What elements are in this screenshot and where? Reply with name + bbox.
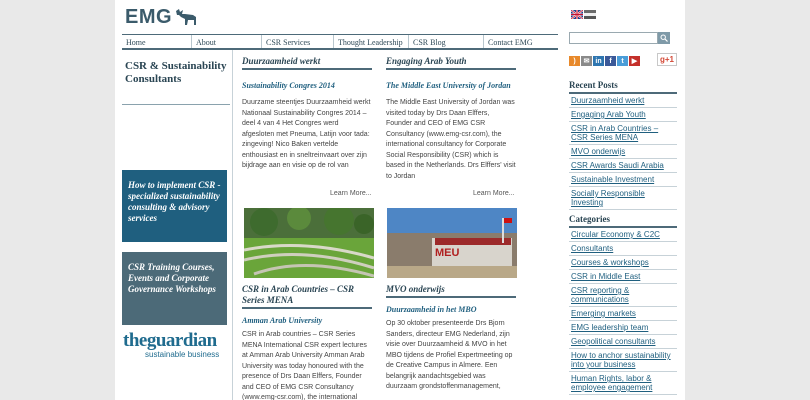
guardian-logo[interactable]: theguardian sustainable business	[123, 331, 219, 359]
post-subtitle[interactable]: Sustainability Congres 2014	[242, 81, 372, 91]
post-card-1: Duurzaamheid werkt Sustainability Congre…	[242, 56, 372, 172]
search-bar	[569, 32, 671, 44]
post-card-3: CSR in Arab Countries – CSR Series MENA …	[242, 284, 372, 400]
post-excerpt: Duurzame steentjes Duurzaamheid werkt Na…	[242, 99, 371, 169]
recent-posts-widget: Recent Posts Duurzaamheid werkt Engaging…	[569, 80, 677, 210]
post-heading[interactable]: Duurzaamheid werkt	[242, 56, 372, 70]
google-plus-button[interactable]: g+1	[657, 53, 677, 66]
divider	[122, 104, 230, 105]
emg-logo[interactable]: EMG	[125, 6, 200, 28]
meu-sign-text: MEU	[435, 247, 460, 259]
twitter-icon[interactable]: t	[617, 56, 628, 66]
recent-post-link[interactable]: Duurzaamheid werkt	[569, 94, 677, 108]
category-link[interactable]: Emerging markets	[569, 307, 677, 321]
meu-building-photo[interactable]: MEU	[387, 208, 517, 278]
language-flags	[571, 10, 596, 19]
guardian-logo-text: theguardian	[123, 330, 217, 351]
logo-text: EMG	[125, 5, 173, 28]
search-icon	[660, 34, 668, 42]
search-button[interactable]	[658, 32, 670, 44]
youtube-icon[interactable]: ▶	[629, 56, 640, 66]
category-link[interactable]: Consultants	[569, 242, 677, 256]
post-subtitle[interactable]: Amman Arab University	[242, 316, 372, 326]
recent-post-link[interactable]: Engaging Arab Youth	[569, 108, 677, 122]
categories-heading: Categories	[569, 214, 677, 228]
nl-flag-icon[interactable]	[584, 10, 596, 19]
post-excerpt: Op 30 oktober presenteerde Drs Bjorn San…	[386, 320, 513, 390]
categories-widget: Categories Circular Economy & C2C Consul…	[569, 214, 677, 395]
category-link[interactable]: Circular Economy & C2C	[569, 228, 677, 242]
nav-contact[interactable]: Contact EMG	[484, 35, 558, 48]
post-excerpt: CSR in Arab countries – CSR Series MENA …	[242, 331, 367, 400]
guardian-logo-sub: sustainable business	[145, 350, 220, 359]
post-subtitle[interactable]: Duurzaamheid in het MBO	[386, 305, 516, 315]
post-heading[interactable]: Engaging Arab Youth	[386, 56, 516, 70]
linkedin-icon[interactable]: in	[593, 56, 604, 66]
category-link[interactable]: Courses & workshops	[569, 256, 677, 270]
nav-home[interactable]: Home	[122, 35, 192, 48]
category-link[interactable]: How to anchor sustainability into your b…	[569, 349, 677, 372]
recent-post-link[interactable]: CSR Awards Saudi Arabia	[569, 159, 677, 173]
post-subtitle[interactable]: The Middle East University of Jordan	[386, 81, 516, 91]
category-link[interactable]: CSR reporting & communications	[569, 284, 677, 307]
category-link[interactable]: CSR in Middle East	[569, 270, 677, 284]
post-card-4: MVO onderwijs Duurzaamheid in het MBO Op…	[386, 284, 516, 393]
facebook-icon[interactable]: f	[605, 56, 616, 66]
post-heading[interactable]: MVO onderwijs	[386, 284, 516, 298]
nav-thought-leadership[interactable]: Thought Leadership	[334, 35, 409, 48]
recent-post-link[interactable]: CSR in Arab Countries – CSR Series MENA	[569, 122, 677, 145]
social-icons: ) ✉ in f t ▶	[569, 56, 640, 66]
rss-icon[interactable]: )	[569, 56, 580, 66]
recent-post-link[interactable]: Sustainable Investment	[569, 173, 677, 187]
park-photo[interactable]	[244, 208, 374, 278]
moose-icon	[176, 9, 197, 25]
recent-posts-heading: Recent Posts	[569, 80, 677, 94]
category-link[interactable]: Geopolitical consultants	[569, 335, 677, 349]
uk-flag-icon[interactable]	[571, 10, 583, 19]
site-tagline: CSR & Sustainability Consultants	[125, 60, 227, 85]
category-link[interactable]: Human Rights, labor & employee engagemen…	[569, 372, 677, 395]
post-excerpt: The Middle East University of Jordan was…	[386, 99, 516, 180]
main-nav: Home About CSR Services Thought Leadersh…	[122, 34, 558, 50]
search-input[interactable]	[569, 32, 658, 44]
learn-more-link[interactable]: Learn More...	[473, 190, 515, 197]
recent-post-link[interactable]: MVO onderwijs	[569, 145, 677, 159]
training-promo[interactable]: CSR Training Courses, Events and Corpora…	[122, 252, 227, 325]
csr-services-promo[interactable]: How to implement CSR - specialized susta…	[122, 170, 227, 242]
learn-more-link[interactable]: Learn More...	[330, 190, 372, 197]
recent-post-link[interactable]: Socially Responsible Investing	[569, 187, 677, 210]
nav-about[interactable]: About	[192, 35, 262, 48]
post-heading[interactable]: CSR in Arab Countries – CSR Series MENA	[242, 284, 372, 309]
email-icon[interactable]: ✉	[581, 56, 592, 66]
post-card-2: Engaging Arab Youth The Middle East Univ…	[386, 56, 516, 182]
column-divider	[232, 50, 233, 400]
nav-csr-blog[interactable]: CSR Blog	[409, 35, 484, 48]
nav-csr-services[interactable]: CSR Services	[262, 35, 334, 48]
category-link[interactable]: EMG leadership team	[569, 321, 677, 335]
